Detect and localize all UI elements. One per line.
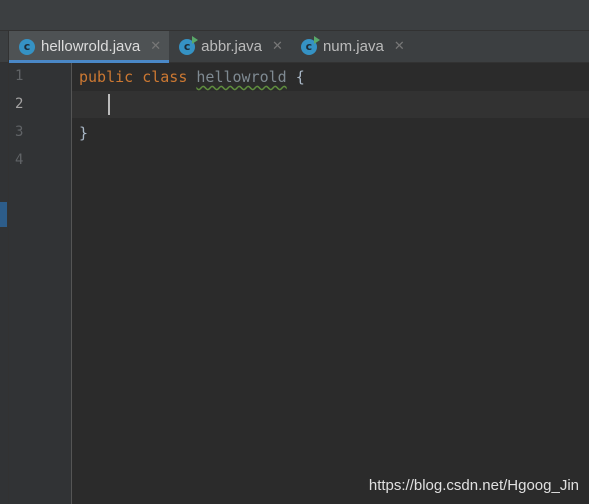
close-icon[interactable]: ✕: [150, 39, 161, 54]
open-brace: {: [295, 68, 305, 86]
tab-hellowrold[interactable]: c hellowrold.java ✕: [9, 31, 170, 63]
tab-label: num.java: [322, 38, 384, 55]
line-number: 4: [15, 152, 24, 168]
class-name: hellowrold: [196, 68, 287, 86]
current-line-highlight: [72, 91, 589, 118]
editor-tabbar: c hellowrold.java ✕ c abbr.java ✕ c num.…: [0, 31, 589, 63]
close-brace: }: [79, 124, 89, 142]
line-number-gutter[interactable]: 1 2 3 4: [9, 63, 72, 504]
tab-label: hellowrold.java: [41, 38, 141, 55]
close-icon[interactable]: ✕: [394, 39, 405, 54]
code-line-1: public class hellowrold {: [79, 68, 305, 86]
tab-label: abbr.java: [201, 38, 263, 55]
keyword-class: class: [142, 68, 188, 86]
java-class-runnable-icon: c: [179, 35, 199, 55]
line-number: 1: [15, 68, 24, 84]
gutter-marker: [0, 202, 7, 227]
java-class-icon: c: [19, 38, 35, 55]
line-number-current: 2: [15, 96, 24, 112]
code-editor[interactable]: public class hellowrold { }: [72, 63, 589, 504]
left-tool-strip: [0, 63, 9, 504]
code-line-3: }: [79, 124, 88, 142]
text-caret: [108, 94, 110, 115]
keyword-public: public: [79, 68, 134, 86]
java-class-runnable-icon: c: [300, 35, 320, 55]
title-strip: [0, 0, 589, 31]
line-number: 3: [15, 124, 24, 140]
tabbar-left-edge: [0, 31, 9, 62]
watermark: https://blog.csdn.net/Hgoog_Jin: [368, 477, 579, 494]
close-icon[interactable]: ✕: [272, 39, 283, 54]
tab-abbr[interactable]: c abbr.java ✕: [169, 31, 291, 62]
tab-num[interactable]: c num.java ✕: [291, 31, 413, 62]
